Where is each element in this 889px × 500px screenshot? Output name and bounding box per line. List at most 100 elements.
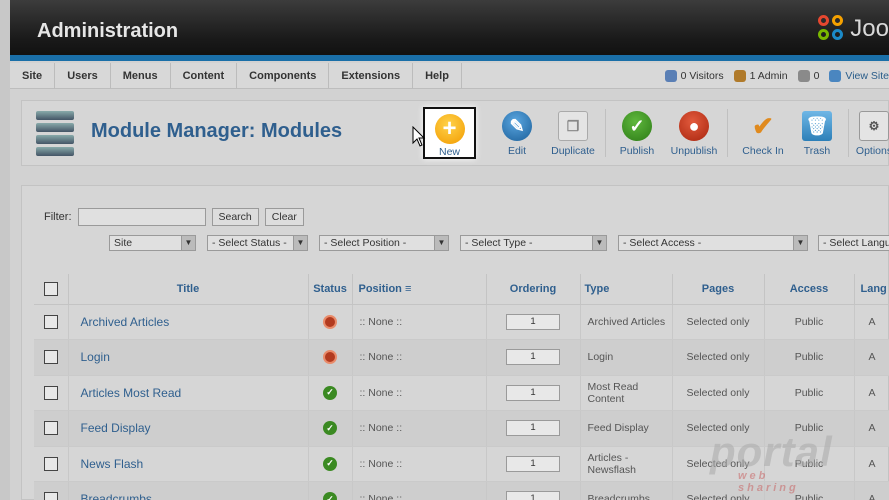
menu-components[interactable]: Components [237, 63, 330, 89]
row-ordering-cell: 1 [486, 304, 581, 340]
visitors-count: 0 Visitors [680, 70, 724, 82]
filter-input[interactable] [77, 208, 206, 226]
col-ordering[interactable]: Ordering [486, 274, 581, 305]
row-status-cell: ✓ [308, 375, 353, 411]
module-position: :: None :: [352, 339, 487, 376]
module-access: Public [764, 304, 855, 340]
publish-button[interactable]: ✓ Publish [609, 107, 665, 157]
ordering-input[interactable]: 1 [506, 349, 560, 366]
module-language: A [854, 375, 889, 411]
module-title-link[interactable]: Feed Display [69, 421, 151, 435]
joomla-logo-icon [818, 15, 846, 43]
language-select-value: - Select Language - [823, 237, 889, 249]
row-select-cell [34, 375, 69, 411]
trash-button[interactable]: 🗑 Trash [789, 107, 845, 157]
col-status[interactable]: Status [308, 274, 353, 305]
module-manager-icon [36, 111, 74, 156]
unpublished-icon[interactable] [323, 314, 337, 329]
check-in-button[interactable]: ✔ Check In [735, 107, 791, 158]
col-pages[interactable]: Pages [672, 274, 765, 305]
unpublished-icon[interactable] [323, 350, 337, 365]
col-language[interactable]: Lang [854, 274, 889, 305]
menu-site[interactable]: Site [10, 63, 56, 89]
row-title-cell: Feed Display [68, 410, 309, 447]
options-button[interactable]: ⚙ Options [846, 107, 889, 157]
row-checkbox[interactable] [43, 314, 58, 329]
menu-help[interactable]: Help [413, 63, 462, 89]
published-check-icon[interactable]: ✓ [323, 456, 337, 471]
checkmark-icon: ✔ [752, 110, 774, 141]
col-access[interactable]: Access [764, 274, 855, 305]
view-site-link[interactable]: View Site [829, 70, 889, 82]
plus-icon: + [434, 114, 465, 144]
visitors-icon [664, 70, 677, 82]
watermark-sub: web sharing [738, 470, 799, 494]
module-title-link[interactable]: News Flash [69, 457, 144, 471]
col-position-label: Position [358, 282, 402, 295]
joomla-logo[interactable]: Joo [818, 15, 889, 43]
module-position: :: None :: [352, 304, 487, 340]
clear-button[interactable]: Clear [264, 208, 304, 226]
position-select[interactable]: - Select Position - ▼ [319, 235, 449, 251]
ordering-input[interactable]: 1 [506, 491, 560, 500]
row-status-cell: ✓ [308, 481, 353, 500]
row-select-cell [34, 339, 69, 376]
status-select[interactable]: - Select Status - ▼ [207, 235, 308, 251]
module-title-link[interactable]: Archived Articles [69, 315, 170, 329]
published-check-icon[interactable]: ✓ [323, 385, 337, 400]
header-accent-bar [10, 55, 889, 61]
access-select[interactable]: - Select Access - ▼ [618, 235, 808, 251]
admin-header: Administration Joo [10, 0, 889, 55]
menu-menus[interactable]: Menus [111, 63, 171, 89]
type-select[interactable]: - Select Type - ▼ [460, 235, 607, 251]
menu-users[interactable]: Users [55, 63, 111, 89]
ordering-input[interactable]: 1 [506, 420, 560, 437]
row-status-cell [308, 304, 353, 340]
module-language: A [854, 410, 889, 447]
trash-label: Trash [803, 145, 831, 157]
row-checkbox[interactable] [43, 421, 58, 436]
admins-status: 1 Admin [733, 70, 788, 82]
row-status-cell: ✓ [308, 446, 353, 482]
messages-status[interactable]: 0 [797, 70, 819, 82]
row-checkbox[interactable] [43, 492, 58, 500]
published-check-icon[interactable]: ✓ [323, 492, 337, 500]
logo-text: Joo [850, 15, 889, 42]
row-checkbox[interactable] [43, 350, 58, 365]
menu-content[interactable]: Content [171, 63, 238, 89]
module-type: Articles - Newsflash [580, 446, 673, 482]
check-in-label: Check In [742, 145, 784, 157]
col-type[interactable]: Type [580, 274, 673, 305]
ordering-input[interactable]: 1 [506, 313, 560, 330]
col-title[interactable]: Title [68, 274, 309, 305]
unpublish-button[interactable]: ● Unpublish [666, 107, 722, 157]
new-button[interactable]: + New [423, 107, 476, 159]
module-position: :: None :: [352, 446, 487, 482]
col-position[interactable]: Position ≡ [352, 274, 487, 305]
module-title-link[interactable]: Breadcrumbs [69, 492, 152, 500]
menu-extensions[interactable]: Extensions [329, 63, 414, 89]
type-select-value: - Select Type - [465, 237, 533, 249]
edit-button[interactable]: ✎ Edit [489, 107, 545, 157]
chevron-down-icon: ▼ [793, 236, 807, 250]
table-row: Login:: None :: 1 Login Selected only Public… [34, 339, 889, 376]
duplicate-button[interactable]: ❐ Duplicate [545, 107, 601, 157]
ordering-input[interactable]: 1 [506, 384, 560, 401]
mouse-pointer-icon [412, 126, 426, 147]
module-title-link[interactable]: Login [69, 350, 110, 364]
publish-label: Publish [619, 145, 655, 157]
ordering-input[interactable]: 1 [506, 455, 560, 472]
language-select[interactable]: - Select Language - [818, 235, 889, 251]
module-title-link[interactable]: Articles Most Read [69, 386, 182, 400]
row-checkbox[interactable] [43, 456, 58, 471]
check-circle-icon: ✓ [622, 111, 652, 141]
row-ordering-cell: 1 [486, 410, 581, 447]
select-all-checkbox[interactable] [43, 281, 58, 296]
published-check-icon[interactable]: ✓ [323, 421, 337, 436]
copy-icon: ❐ [558, 111, 588, 141]
row-checkbox[interactable] [43, 385, 58, 400]
chevron-down-icon: ▼ [592, 236, 606, 250]
status-select-value: - Select Status - [212, 237, 287, 249]
search-button[interactable]: Search [211, 208, 259, 226]
client-select[interactable]: Site ▼ [109, 235, 196, 251]
